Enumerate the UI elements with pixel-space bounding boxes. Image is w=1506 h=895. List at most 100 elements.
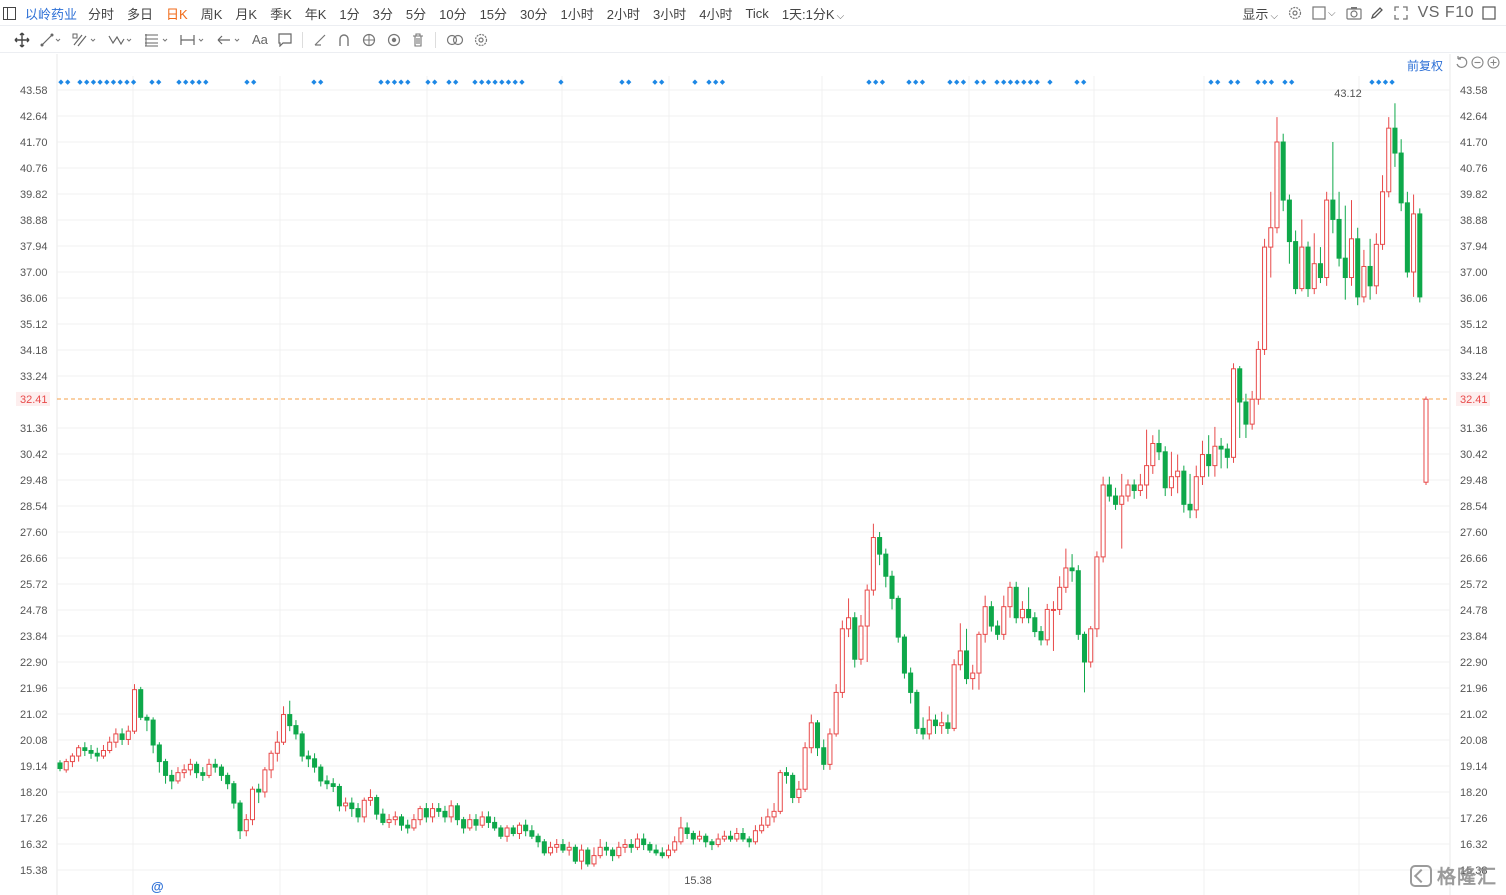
event-marker[interactable]: ◆ — [1376, 78, 1382, 86]
event-marker[interactable]: ◆ — [244, 78, 250, 86]
event-marker[interactable]: ◆ — [311, 78, 317, 86]
event-marker[interactable]: ◆ — [58, 78, 64, 86]
candle-body — [355, 808, 361, 818]
event-marker[interactable]: ◆ — [432, 78, 438, 86]
event-marker[interactable]: ◆ — [974, 78, 980, 86]
event-marker[interactable]: ◆ — [1215, 78, 1221, 86]
event-marker[interactable]: ◆ — [1081, 78, 1087, 86]
event-marker[interactable]: ◆ — [1228, 78, 1234, 86]
event-marker[interactable]: ◆ — [1014, 78, 1020, 86]
event-marker[interactable]: ◆ — [713, 78, 719, 86]
event-marker[interactable]: ◆ — [1282, 78, 1288, 86]
event-marker[interactable]: ◆ — [506, 78, 512, 86]
zoom-out-icon[interactable] — [1471, 56, 1484, 69]
zoom-in-icon[interactable] — [1487, 56, 1500, 69]
event-marker[interactable]: ◆ — [1389, 78, 1395, 86]
event-marker[interactable]: ◆ — [720, 78, 726, 86]
event-marker[interactable]: ◆ — [183, 78, 189, 86]
watermark-text: 格隆汇 — [1437, 867, 1498, 888]
event-marker-icon[interactable]: @ — [151, 879, 164, 894]
event-marker[interactable]: ◆ — [405, 78, 411, 86]
event-marker[interactable]: ◆ — [1008, 78, 1014, 86]
event-marker[interactable]: ◆ — [1269, 78, 1275, 86]
event-marker[interactable]: ◆ — [453, 78, 459, 86]
event-marker[interactable]: ◆ — [118, 78, 124, 86]
event-marker[interactable]: ◆ — [1001, 78, 1007, 86]
event-marker[interactable]: ◆ — [1235, 78, 1241, 86]
reset-icon[interactable] — [1455, 56, 1468, 69]
event-marker[interactable]: ◆ — [659, 78, 665, 86]
event-marker[interactable]: ◆ — [873, 78, 879, 86]
event-marker[interactable]: ◆ — [149, 78, 155, 86]
candle — [541, 839, 547, 856]
event-marker[interactable]: ◆ — [176, 78, 182, 86]
event-marker[interactable]: ◆ — [692, 78, 698, 86]
candle-body — [970, 672, 976, 680]
event-marker[interactable]: ◆ — [1369, 78, 1375, 86]
event-marker[interactable]: ◆ — [558, 78, 564, 86]
event-marker[interactable]: ◆ — [906, 78, 912, 86]
event-marker[interactable]: ◆ — [499, 78, 505, 86]
event-marker[interactable]: ◆ — [84, 78, 90, 86]
candle-body — [852, 617, 858, 660]
event-marker[interactable]: ◆ — [104, 78, 110, 86]
event-marker[interactable]: ◆ — [519, 78, 525, 86]
event-marker[interactable]: ◆ — [1028, 78, 1034, 86]
event-marker[interactable]: ◆ — [378, 78, 384, 86]
event-marker[interactable]: ◆ — [479, 78, 485, 86]
candle-body — [889, 575, 895, 599]
event-marker[interactable]: ◆ — [947, 78, 953, 86]
candle — [249, 786, 255, 826]
event-marker[interactable]: ◆ — [77, 78, 83, 86]
event-marker[interactable]: ◆ — [398, 78, 404, 86]
event-marker[interactable]: ◆ — [513, 78, 519, 86]
event-marker[interactable]: ◆ — [318, 78, 324, 86]
event-marker[interactable]: ◆ — [866, 78, 872, 86]
event-marker[interactable]: ◆ — [920, 78, 926, 86]
event-marker[interactable]: ◆ — [124, 78, 130, 86]
event-marker[interactable]: ◆ — [1021, 78, 1027, 86]
event-marker[interactable]: ◆ — [1255, 78, 1261, 86]
event-marker[interactable]: ◆ — [446, 78, 452, 86]
event-marker[interactable]: ◆ — [706, 78, 712, 86]
candle-body — [1100, 484, 1106, 558]
event-marker[interactable]: ◆ — [156, 78, 162, 86]
event-marker[interactable]: ◆ — [91, 78, 97, 86]
event-marker[interactable]: ◆ — [619, 78, 625, 86]
event-marker[interactable]: ◆ — [392, 78, 398, 86]
event-marker[interactable]: ◆ — [97, 78, 103, 86]
event-marker[interactable]: ◆ — [1383, 78, 1389, 86]
event-marker[interactable]: ◆ — [203, 78, 209, 86]
event-marker[interactable]: ◆ — [913, 78, 919, 86]
event-marker[interactable]: ◆ — [385, 78, 391, 86]
event-marker[interactable]: ◆ — [652, 78, 658, 86]
event-marker[interactable]: ◆ — [961, 78, 967, 86]
event-marker[interactable]: ◆ — [1035, 78, 1041, 86]
event-marker[interactable]: ◆ — [131, 78, 137, 86]
event-marker[interactable]: ◆ — [65, 78, 71, 86]
event-marker[interactable]: ◆ — [981, 78, 987, 86]
adjust-mode-button[interactable]: 前复权 — [1407, 57, 1443, 74]
event-marker[interactable]: ◆ — [880, 78, 886, 86]
event-marker[interactable]: ◆ — [492, 78, 498, 86]
event-marker[interactable]: ◆ — [190, 78, 196, 86]
event-marker[interactable]: ◆ — [1047, 78, 1053, 86]
event-marker[interactable]: ◆ — [196, 78, 202, 86]
candle-body — [864, 589, 870, 627]
event-marker[interactable]: ◆ — [1208, 78, 1214, 86]
candle-body — [1088, 628, 1094, 663]
event-marker[interactable]: ◆ — [486, 78, 492, 86]
event-marker[interactable]: ◆ — [1262, 78, 1268, 86]
event-marker[interactable]: ◆ — [626, 78, 632, 86]
event-marker[interactable]: ◆ — [954, 78, 960, 86]
event-marker[interactable]: ◆ — [472, 78, 478, 86]
event-marker[interactable]: ◆ — [425, 78, 431, 86]
candle — [1286, 194, 1292, 264]
event-marker[interactable]: ◆ — [994, 78, 1000, 86]
event-marker[interactable]: ◆ — [1289, 78, 1295, 86]
kline-chart[interactable]: ◆ ◆ ◆ ◆ ◆ ◆ ◆ ◆ ◆ ◆ ◆ ◆ ◆ ◆ ◆ ◆ ◆ ◆ ◆ ◆ ◆ ◆ ◆ ◆ ◆ ◆ ◆ ◆ ◆ ◆ ◆ ◆ ◆ ◆ ◆ ◆ ◆ ◆ ◆ ◆… — [0, 0, 1506, 895]
event-marker[interactable]: ◆ — [111, 78, 117, 86]
candle — [1038, 626, 1044, 646]
event-marker[interactable]: ◆ — [251, 78, 257, 86]
event-marker[interactable]: ◆ — [1074, 78, 1080, 86]
